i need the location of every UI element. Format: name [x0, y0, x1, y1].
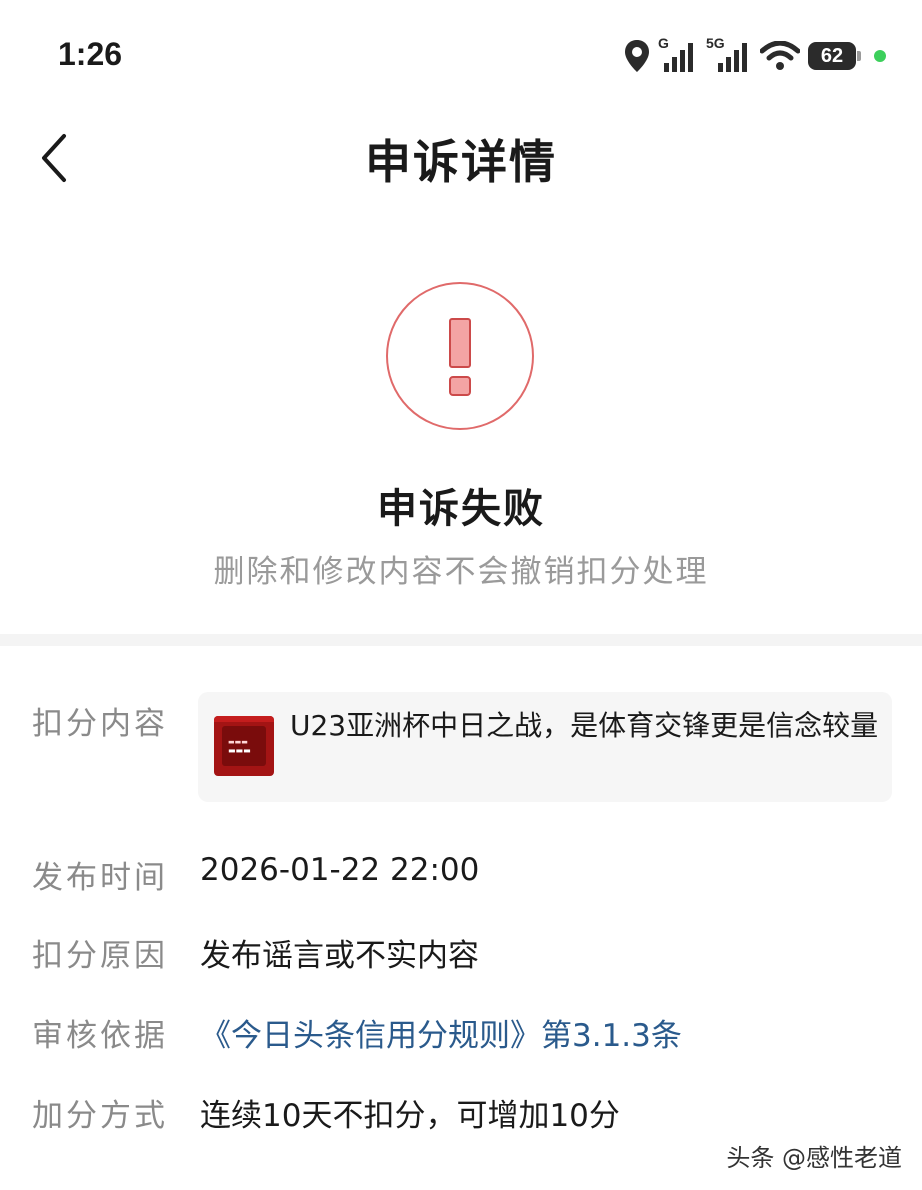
- reason-label: 扣分原因: [32, 938, 168, 974]
- content-thumbnail: ▬▬▬ ▬▬▬: [214, 716, 274, 776]
- publish-time-label: 发布时间: [32, 860, 168, 896]
- content-label: 扣分内容: [32, 706, 168, 742]
- exclamation-circle-icon: [386, 282, 534, 430]
- signal-strength-icon: [664, 43, 693, 72]
- exclamation-bar: [449, 318, 471, 368]
- thumbnail-art-2: ▬▬▬: [228, 746, 251, 755]
- appeal-status: 申诉失败: [377, 486, 545, 532]
- thumbnail-art-1: ▬▬▬: [228, 738, 248, 746]
- publish-time-value: 2026-01-22 22:00: [200, 852, 480, 888]
- exclamation-dot: [449, 376, 471, 396]
- battery-icon: 62: [808, 42, 861, 70]
- appeal-message: 删除和修改内容不会撤销扣分处理: [213, 554, 709, 590]
- status-time: 1:26: [58, 36, 123, 72]
- basis-label: 审核依据: [32, 1018, 168, 1054]
- signal-strength-icon: [718, 43, 747, 72]
- signal-1: G: [658, 35, 698, 73]
- penalized-content-card[interactable]: ▬▬▬ ▬▬▬ U23亚洲杯中日之战，是体育交锋更是信念较量: [198, 692, 892, 802]
- appeal-detail-page: 1:26 G 5G 62 申诉详情 申诉失败 删除和修改内容不会撤销扣分处理 扣…: [0, 0, 922, 1190]
- location-icon: [625, 40, 649, 72]
- page-title: 申诉详情: [365, 135, 557, 189]
- watermark: 头条 @感性老道: [726, 1144, 902, 1172]
- thumbnail-stripe: [214, 716, 274, 722]
- charging-indicator: [874, 50, 886, 62]
- signal-2: 5G: [706, 35, 752, 73]
- recovery-value: 连续10天不扣分，可增加10分: [200, 1098, 620, 1134]
- wifi-icon: [760, 41, 800, 70]
- content-title: U23亚洲杯中日之战，是体育交锋更是信念较量: [290, 709, 879, 742]
- status-icons: G 5G 62: [624, 35, 886, 74]
- section-divider: [0, 634, 922, 646]
- rule-link[interactable]: 《今日头条信用分规则》第3.1.3条: [200, 1010, 682, 1055]
- recovery-label: 加分方式: [32, 1098, 168, 1134]
- reason-value: 发布谣言或不实内容: [200, 938, 479, 974]
- status-bar: 1:26 G 5G 62: [0, 0, 922, 110]
